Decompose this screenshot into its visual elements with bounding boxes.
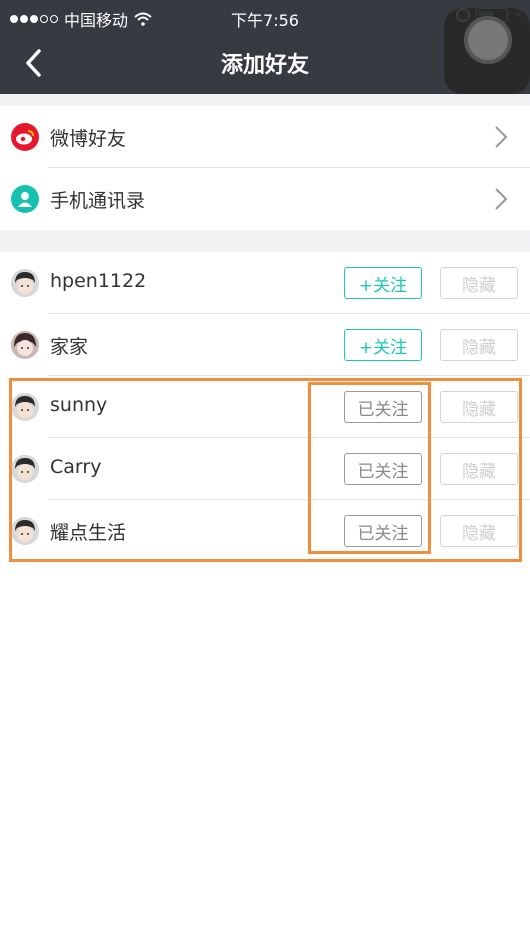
- avatar: [11, 393, 39, 421]
- friend-row: sunny 已关注 隐藏: [0, 376, 530, 438]
- friend-row: 家家 +关注 隐藏: [0, 314, 530, 376]
- chevron-right-icon: [495, 188, 508, 210]
- avatar: [11, 517, 39, 545]
- follow-button[interactable]: +关注: [344, 329, 422, 361]
- weibo-icon: [11, 123, 39, 151]
- contact-icon: [11, 185, 39, 213]
- friend-row: 耀点生活 已关注 隐藏: [0, 500, 530, 562]
- hide-button[interactable]: 隐藏: [440, 329, 518, 361]
- friend-name: sunny: [50, 394, 108, 416]
- chevron-right-icon: [495, 126, 508, 148]
- friend-row: hpen1122 +关注 隐藏: [0, 252, 530, 314]
- avatar: [11, 269, 39, 297]
- friend-name: 耀点生活: [50, 522, 127, 544]
- friend-name: hpen1122: [50, 270, 147, 292]
- friend-name: Carry: [50, 456, 102, 478]
- hide-button[interactable]: 隐藏: [440, 453, 518, 485]
- followed-button[interactable]: 已关注: [344, 453, 422, 485]
- avatar: [11, 331, 39, 359]
- section-gap: [0, 94, 530, 106]
- source-label: 微博好友: [50, 128, 127, 150]
- friend-name: 家家: [50, 336, 89, 358]
- source-row-contacts[interactable]: 手机通讯录: [0, 168, 530, 230]
- friend-row: Carry 已关注 隐藏: [0, 438, 530, 500]
- assistive-touch-button[interactable]: [444, 8, 530, 94]
- top-bar: 中国移动 下午7:56 ⚡ 添加好友: [0, 0, 530, 94]
- avatar: [11, 455, 39, 483]
- source-label: 手机通讯录: [50, 190, 146, 212]
- hide-button[interactable]: 隐藏: [440, 391, 518, 423]
- section-gap: [0, 230, 530, 252]
- hide-button[interactable]: 隐藏: [440, 267, 518, 299]
- hide-button[interactable]: 隐藏: [440, 515, 518, 547]
- source-row-weibo[interactable]: 微博好友: [0, 106, 530, 168]
- follow-button[interactable]: +关注: [344, 267, 422, 299]
- followed-button[interactable]: 已关注: [344, 391, 422, 423]
- followed-button[interactable]: 已关注: [344, 515, 422, 547]
